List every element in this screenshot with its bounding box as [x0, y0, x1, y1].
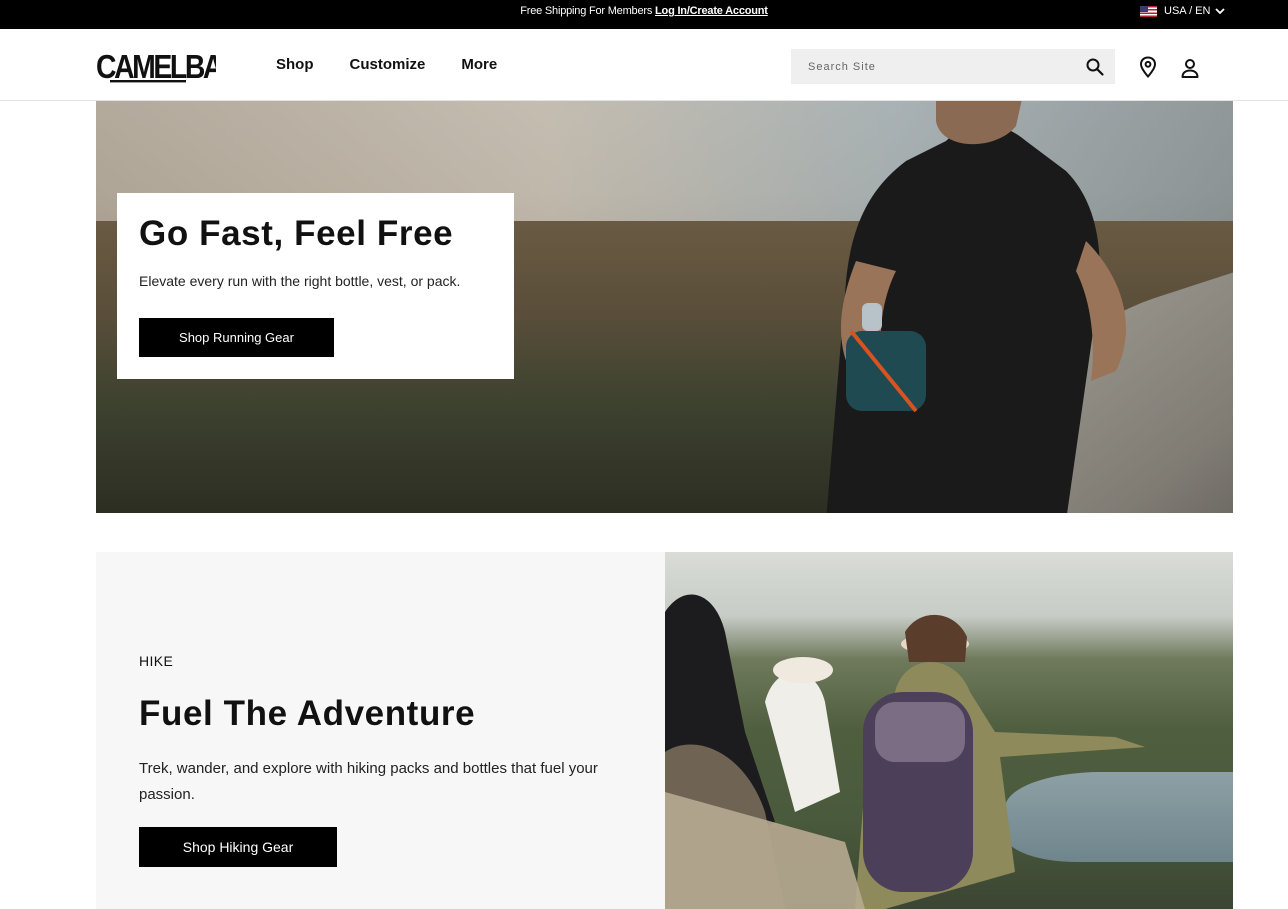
hikers-image [665, 552, 1233, 909]
promo-message: Free Shipping For Members Log In/Create … [0, 5, 1288, 17]
hero-subtitle: Elevate every run with the right bottle,… [139, 273, 461, 289]
search-bar [791, 49, 1115, 84]
hike-title: Fuel The Adventure [139, 694, 476, 733]
site-header: CAMELBAK Shop Customize More [0, 29, 1288, 101]
hikers-figures [665, 594, 1145, 909]
shop-hiking-gear-button[interactable]: Shop Hiking Gear [139, 827, 337, 867]
search-icon[interactable] [1085, 57, 1105, 77]
hero-card: Go Fast, Feel Free Elevate every run wit… [117, 193, 514, 379]
shop-running-gear-button[interactable]: Shop Running Gear [139, 318, 334, 357]
svg-text:CAMELBAK: CAMELBAK [96, 48, 216, 84]
hike-subtitle: Trek, wander, and explore with hiking pa… [139, 760, 598, 803]
hike-text-panel: HIKE Fuel The Adventure Trek, wander, an… [96, 552, 665, 909]
login-create-account-link[interactable]: Log In/Create Account [655, 5, 768, 17]
logo-mark: CAMELBAK [96, 48, 244, 86]
location-pin-icon[interactable] [1138, 56, 1158, 78]
chevron-down-icon [1215, 8, 1226, 15]
promo-text: Free Shipping For Members [520, 5, 653, 17]
hike-section: HIKE Fuel The Adventure Trek, wander, an… [96, 552, 1233, 909]
main-nav: Shop Customize More [276, 56, 497, 73]
nav-shop[interactable]: Shop [276, 56, 314, 73]
hike-eyebrow: HIKE [139, 653, 174, 669]
runner-image [826, 101, 1126, 513]
account-icon[interactable] [1179, 57, 1201, 79]
nav-customize[interactable]: Customize [350, 56, 426, 73]
locale-selector[interactable]: USA / EN [1140, 5, 1226, 17]
hero-title: Go Fast, Feel Free [139, 214, 454, 253]
hero-banner: Go Fast, Feel Free Elevate every run wit… [96, 101, 1233, 513]
nav-more[interactable]: More [461, 56, 497, 73]
search-input[interactable] [791, 49, 1071, 84]
locale-label: USA / EN [1164, 5, 1211, 17]
camelbak-logo[interactable]: CAMELBAK [96, 48, 244, 89]
us-flag-icon [1140, 5, 1157, 17]
promo-bar: Free Shipping For Members Log In/Create … [0, 0, 1288, 29]
